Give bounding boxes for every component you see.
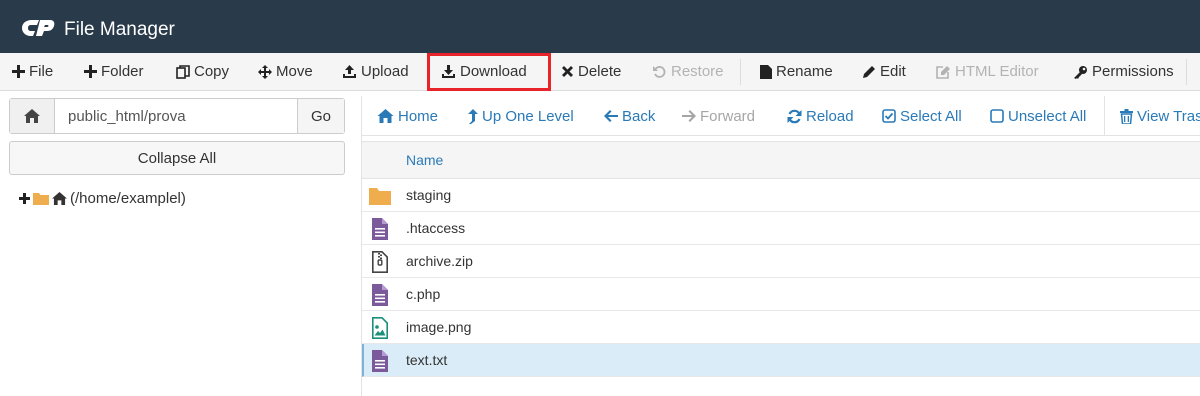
navbar-divider xyxy=(1104,96,1105,136)
upload-button[interactable]: Upload xyxy=(342,53,409,90)
path-home-button[interactable] xyxy=(10,99,55,133)
home-icon xyxy=(377,109,394,123)
delete-label: Delete xyxy=(578,63,622,80)
edit-button[interactable]: Edit xyxy=(862,53,906,90)
select-all-label: Select All xyxy=(900,107,962,125)
table-row-selected[interactable]: text.txt xyxy=(362,344,1200,377)
text-file-icon xyxy=(372,350,388,372)
trash-icon xyxy=(1120,108,1133,124)
toolbar-divider xyxy=(1186,59,1187,85)
edit-square-icon xyxy=(936,65,950,79)
main-toolbar: File Folder Copy Move Upload Download De… xyxy=(0,53,1200,91)
select-all-button[interactable]: Select All xyxy=(882,96,962,136)
back-button[interactable]: Back xyxy=(604,96,655,136)
home-nav-label: Home xyxy=(398,107,439,125)
upload-icon xyxy=(343,64,356,78)
download-button[interactable]: Download xyxy=(441,53,527,90)
reload-label: Reload xyxy=(806,107,854,125)
delete-x-icon xyxy=(562,66,573,77)
refresh-icon xyxy=(787,109,802,123)
table-row[interactable]: c.php xyxy=(362,278,1200,311)
table-row[interactable]: archive.zip xyxy=(362,245,1200,278)
checkbox-empty-icon xyxy=(990,109,1004,123)
restore-button[interactable]: Restore xyxy=(652,53,724,90)
html-editor-button[interactable]: HTML Editor xyxy=(936,53,1039,90)
level-up-icon xyxy=(468,108,478,124)
upload-label: Upload xyxy=(361,63,409,80)
delete-button[interactable]: Delete xyxy=(561,53,621,90)
rename-label: Rename xyxy=(776,63,833,80)
reload-button[interactable]: Reload xyxy=(787,96,854,136)
image-file-icon xyxy=(372,317,388,339)
file-name: c.php xyxy=(406,286,441,302)
restore-label: Restore xyxy=(671,63,724,80)
forward-label: Forward xyxy=(700,107,756,125)
back-label: Back xyxy=(622,107,656,125)
up-one-level-label: Up One Level xyxy=(482,107,574,125)
tree-root-label: (/home/examplel) xyxy=(70,189,186,207)
checkbox-checked-icon xyxy=(882,109,896,123)
view-trash-label: View Trash xyxy=(1137,107,1200,125)
name-column-header[interactable]: Name xyxy=(406,152,443,168)
app-title: File Manager xyxy=(64,19,175,40)
go-button[interactable]: Go xyxy=(297,99,344,133)
up-one-level-button[interactable]: Up One Level xyxy=(468,96,574,136)
home-nav-button[interactable]: Home xyxy=(377,96,438,136)
tree-root-item[interactable]: (/home/examplel) xyxy=(19,187,186,209)
expand-plus-icon[interactable] xyxy=(19,192,30,204)
plus-icon xyxy=(84,65,97,78)
key-icon xyxy=(1074,65,1087,79)
new-folder-button[interactable]: Folder xyxy=(84,53,144,90)
download-label: Download xyxy=(460,63,527,80)
plus-icon xyxy=(12,65,25,78)
view-trash-button[interactable]: View Trash xyxy=(1120,96,1200,136)
table-row[interactable]: .htaccess xyxy=(362,212,1200,245)
new-folder-label: Folder xyxy=(101,63,144,80)
document-icon xyxy=(760,64,772,79)
unselect-all-button[interactable]: Unselect All xyxy=(990,96,1086,136)
permissions-label: Permissions xyxy=(1092,63,1174,80)
cpanel-logo-icon xyxy=(22,20,55,36)
unselect-all-label: Unselect All xyxy=(1008,107,1087,125)
text-file-icon xyxy=(372,284,388,306)
edit-label: Edit xyxy=(880,63,906,80)
file-name: staging xyxy=(406,187,452,203)
path-bar: Go xyxy=(9,98,345,134)
copy-label: Copy xyxy=(194,63,230,80)
rename-button[interactable]: Rename xyxy=(760,53,833,90)
home-icon xyxy=(52,191,67,205)
table-row[interactable]: staging xyxy=(362,179,1200,212)
html-editor-label: HTML Editor xyxy=(955,63,1039,80)
forward-button[interactable]: Forward xyxy=(682,96,755,136)
new-file-label: File xyxy=(29,63,54,80)
file-name: .htaccess xyxy=(406,220,466,236)
file-name: image.png xyxy=(406,319,472,335)
zip-file-icon xyxy=(372,251,388,273)
table-row[interactable]: image.png xyxy=(362,311,1200,344)
folder-icon xyxy=(33,192,49,205)
collapse-all-button[interactable]: Collapse All xyxy=(9,141,345,175)
file-table-header: Name xyxy=(362,141,1200,179)
arrow-left-icon xyxy=(604,110,618,122)
arrow-right-icon xyxy=(682,110,696,122)
download-icon xyxy=(442,64,455,78)
move-label: Move xyxy=(276,63,313,80)
file-name: archive.zip xyxy=(406,253,473,269)
path-input[interactable] xyxy=(55,99,297,133)
new-file-button[interactable]: File xyxy=(12,53,53,90)
text-file-icon xyxy=(372,218,388,240)
home-icon xyxy=(24,109,40,123)
pencil-icon xyxy=(863,65,875,78)
move-arrows-icon xyxy=(258,64,272,79)
copy-button[interactable]: Copy xyxy=(176,53,229,90)
file-navbar: Home Up One Level Back Forward Reload Se… xyxy=(362,96,1200,136)
title-bar: File Manager xyxy=(0,0,1200,53)
folder-icon xyxy=(369,188,391,205)
undo-icon xyxy=(653,65,666,78)
move-button[interactable]: Move xyxy=(258,53,313,90)
file-name: text.txt xyxy=(406,352,448,368)
permissions-button[interactable]: Permissions xyxy=(1073,53,1174,90)
toolbar-divider xyxy=(740,59,741,85)
copy-icon xyxy=(176,64,190,79)
